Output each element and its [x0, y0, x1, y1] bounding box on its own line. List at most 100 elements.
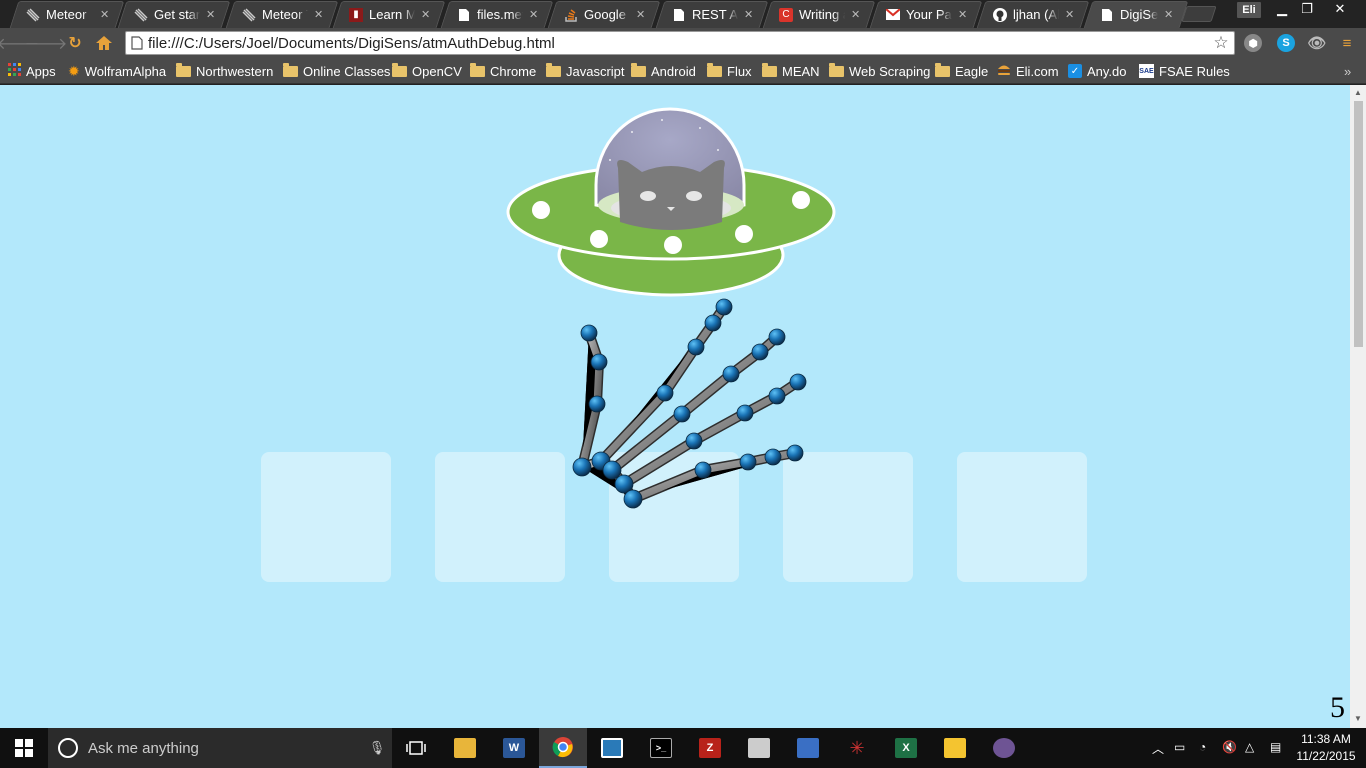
bookmark-web-scraping[interactable]: Web Scraping: [829, 62, 930, 80]
scroll-up-icon[interactable]: ▲: [1354, 88, 1362, 97]
bookmark-eagle[interactable]: Eagle: [935, 62, 988, 80]
tab-4[interactable]: files.meteor ✕: [440, 1, 554, 28]
minimize-icon[interactable]: ▁: [1268, 0, 1296, 18]
bookmark-mean[interactable]: MEAN: [762, 62, 820, 80]
window-app-icon[interactable]: [735, 728, 783, 768]
bookmark-label: Online Classes: [303, 63, 391, 79]
eye-icon[interactable]: 👁: [1307, 34, 1326, 52]
extension-icon[interactable]: ⬢: [1244, 34, 1262, 52]
github-icon: [993, 7, 1007, 22]
c-icon: C: [779, 7, 793, 22]
tab-6[interactable]: REST API ✕: [655, 1, 769, 28]
address-bar[interactable]: file:///C:/Users/Joel/Documents/DigiSens…: [125, 31, 1235, 55]
bookmark-any-do[interactable]: ✓ Any.do: [1068, 62, 1127, 80]
app-frame-icon[interactable]: [588, 728, 636, 768]
tab-title: Your Password: [906, 7, 952, 22]
filezilla-icon[interactable]: Z: [686, 728, 734, 768]
close-icon[interactable]: ✕: [206, 8, 216, 21]
tab-2[interactable]: Meteor Tutorial ✕: [225, 1, 339, 28]
google-drive-icon[interactable]: △: [1245, 740, 1254, 754]
tab-title: Google Cloud: [584, 7, 630, 22]
bookmark-label: Javascript: [566, 63, 625, 79]
restore-icon[interactable]: ❐: [1293, 0, 1321, 18]
bookmark-javascript[interactable]: Javascript: [546, 62, 625, 80]
menu-icon[interactable]: ≡: [1338, 34, 1356, 52]
file-explorer-icon[interactable]: [441, 728, 489, 768]
notifications-icon[interactable]: ▤: [1270, 740, 1281, 754]
profile-button[interactable]: Eli: [1237, 2, 1261, 18]
tab-5[interactable]: Google Cloud ✕: [547, 1, 661, 28]
wifi-icon[interactable]: ◔: [1199, 740, 1206, 754]
folder-icon: [707, 62, 722, 77]
apps-grid-icon: [8, 63, 21, 79]
bookmark-star-icon[interactable]: ☆: [1208, 33, 1234, 53]
bookmark-chrome[interactable]: Chrome: [470, 62, 536, 80]
scrollbar-thumb[interactable]: [1354, 101, 1363, 347]
tab-8[interactable]: Your Password ✕: [869, 1, 983, 28]
meteor-icon: [242, 7, 256, 22]
task-view-icon[interactable]: [392, 728, 440, 768]
system-clock[interactable]: 11:38 AM 11/22/2015: [1293, 731, 1359, 765]
google-drive-app-icon[interactable]: [931, 728, 979, 768]
spider-app-icon[interactable]: ✳: [833, 728, 881, 768]
bookmark-online-classes[interactable]: Online Classes: [283, 62, 390, 80]
close-icon[interactable]: ✕: [744, 8, 754, 21]
bookmark-label: Northwestern: [196, 63, 274, 79]
folder-icon: [762, 62, 777, 77]
network-app-icon[interactable]: [784, 728, 832, 768]
bookmark-eli-com[interactable]: Eli.com: [997, 62, 1059, 80]
document-icon: [457, 8, 471, 22]
bookmark-wolframalpha[interactable]: ✹ WolframAlpha: [68, 62, 166, 80]
bookmark-opencv[interactable]: OpenCV: [392, 62, 462, 80]
forward-icon[interactable]: 🡒: [25, 33, 68, 53]
cortana-search[interactable]: Ask me anything 🎙: [48, 728, 392, 768]
command-prompt-icon[interactable]: >_: [637, 728, 685, 768]
url-text[interactable]: file:///C:/Users/Joel/Documents/DigiSens…: [148, 35, 1208, 52]
github-desktop-icon[interactable]: [980, 728, 1028, 768]
tab-title: Meteor Tutorial: [262, 7, 308, 22]
bookmark-label: Web Scraping: [849, 63, 931, 79]
tab-7[interactable]: C Writing an ✕: [762, 1, 876, 28]
tab-1[interactable]: Get started with Meteor ✕: [117, 1, 231, 28]
microphone-icon[interactable]: 🎙: [362, 740, 392, 756]
skype-icon[interactable]: S: [1277, 34, 1295, 52]
word-icon[interactable]: W: [490, 728, 538, 768]
tab-title: REST API: [692, 7, 738, 22]
close-icon[interactable]: ✕: [421, 8, 431, 21]
tab-10[interactable]: DigiSens ✕: [1083, 1, 1189, 28]
folder-icon: [470, 62, 485, 77]
bookmark-apps[interactable]: Apps: [8, 62, 56, 80]
window-close-icon[interactable]: ✕: [1326, 0, 1354, 18]
bookmarks-overflow-icon[interactable]: »: [1344, 62, 1351, 80]
tab-0[interactable]: Meteor ✕: [9, 1, 125, 28]
bookmark-flux[interactable]: Flux: [707, 62, 752, 80]
close-icon[interactable]: ✕: [958, 8, 968, 21]
home-icon[interactable]: [93, 33, 115, 53]
reload-icon[interactable]: ↻: [64, 33, 86, 53]
close-icon[interactable]: ✕: [851, 8, 861, 21]
page-scrollbar[interactable]: ▲ ▼: [1350, 85, 1366, 728]
scroll-down-icon[interactable]: ▼: [1354, 714, 1362, 723]
bookmark-label: Apps: [26, 63, 56, 79]
close-icon[interactable]: ✕: [314, 8, 324, 21]
close-icon[interactable]: ✕: [636, 8, 646, 21]
hand-skeleton: [572, 298, 807, 509]
tab-3[interactable]: ▮ Learn Meteor ✕: [332, 1, 446, 28]
tab-title: Writing an: [799, 7, 845, 22]
bookmark-northwestern[interactable]: Northwestern: [176, 62, 273, 80]
close-icon[interactable]: ✕: [529, 8, 539, 21]
tab-9[interactable]: ljhan (Alyssa) ✕: [976, 1, 1090, 28]
battery-icon[interactable]: ▭: [1174, 740, 1185, 754]
volume-muted-icon[interactable]: 🔇: [1222, 740, 1237, 754]
excel-icon[interactable]: X: [882, 728, 930, 768]
tray-overflow-icon[interactable]: ︿: [1152, 740, 1164, 757]
close-icon[interactable]: ✕: [100, 8, 110, 21]
windows-start-icon[interactable]: [0, 728, 48, 768]
new-tab-button[interactable]: [1181, 6, 1217, 22]
close-icon[interactable]: ✕: [1164, 8, 1174, 21]
bookmark-android[interactable]: Android: [631, 62, 696, 80]
close-icon[interactable]: ✕: [1065, 8, 1075, 21]
bookmark-fsae-rules[interactable]: SAE FSAE Rules: [1139, 62, 1230, 80]
chrome-icon[interactable]: [539, 728, 587, 768]
folder-icon: [631, 62, 646, 77]
